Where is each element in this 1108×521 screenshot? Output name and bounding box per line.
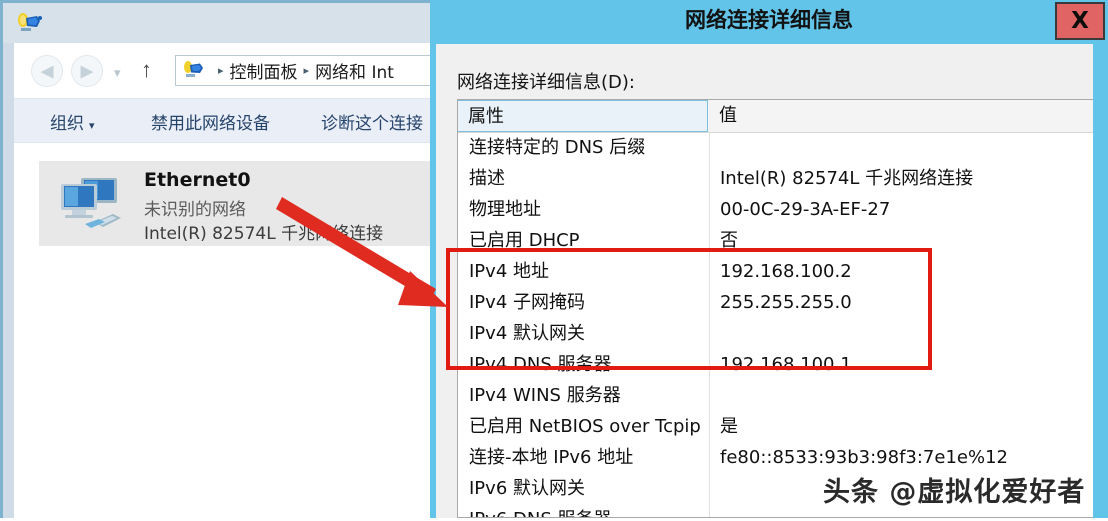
disable-network-device-button[interactable]: 禁用此网络设备: [151, 109, 270, 134]
breadcrumb-arrow-icon: ▸: [303, 65, 310, 77]
cell-property: 已启用 DHCP: [469, 230, 580, 251]
connections-list: Ethernet0 未识别的网络 Intel(R) 82574L 千兆网络连接: [14, 143, 439, 521]
network-adapter-icon: [55, 174, 131, 236]
explorer-toolbar: 组织 ▾ 禁用此网络设备 诊断这个连接: [14, 98, 439, 143]
cell-value: 255.255.255.0: [720, 292, 852, 313]
breadcrumb-item-control-panel[interactable]: 控制面板: [230, 58, 298, 83]
cell-property: IPv6 DNS 服务器: [469, 505, 719, 517]
table-rows: 连接特定的 DNS 后缀 描述 Intel(R) 82574L 千兆网络连接物理地址…: [458, 133, 1108, 517]
cell-value: [720, 319, 1108, 350]
explorer-body: ◀ ▶ ▾ ↑ ▸ 控制面板 ▸ 网络和 Int 组织 ▾ 禁用此网络设备 诊断…: [14, 43, 439, 521]
breadcrumb-arrow-icon: ▸: [218, 65, 224, 77]
control-panel-icon: [182, 60, 206, 81]
cell-property: IPv4 地址: [469, 261, 549, 282]
column-header-value[interactable]: 值: [709, 100, 1108, 132]
forward-arrow-icon: ▶: [80, 61, 94, 81]
cell-value: 00-0C-29-3A-EF-27: [720, 199, 891, 220]
breadcrumb-path: ▸ 控制面板 ▸ 网络和 Int: [212, 58, 394, 83]
dialog-right-edge: [1093, 44, 1108, 518]
cell-property: IPv6 默认网关: [469, 478, 585, 499]
cell-property: IPv4 默认网关: [469, 323, 585, 344]
cell-value: 否: [720, 230, 738, 251]
organize-button[interactable]: 组织 ▾: [50, 109, 95, 134]
breadcrumb[interactable]: ▸ 控制面板 ▸ 网络和 Int: [175, 55, 439, 86]
table-row[interactable]: 已启用 NetBIOS over Tcpip 是: [458, 412, 1108, 443]
back-button[interactable]: ◀: [31, 55, 63, 87]
table-row[interactable]: IPv4 地址 192.168.100.2: [458, 257, 1108, 288]
connection-name: Ethernet0: [144, 169, 251, 191]
cell-property: 描述: [469, 168, 505, 189]
watermark: 头条 @虚拟化爱好者: [823, 477, 1086, 508]
table-row[interactable]: 物理地址 00-0C-29-3A-EF-27: [458, 195, 1108, 226]
forward-button[interactable]: ▶: [71, 55, 103, 87]
cell-property: 已启用 NetBIOS over Tcpip: [469, 416, 701, 437]
cell-value: 是: [720, 416, 738, 437]
table-row[interactable]: IPv4 DNS 服务器 192.168.100.1: [458, 350, 1108, 381]
table-row[interactable]: IPv4 默认网关: [458, 319, 1108, 350]
cell-property: 物理地址: [469, 199, 541, 220]
back-arrow-icon: ◀: [40, 61, 54, 81]
table-row[interactable]: 连接特定的 DNS 后缀: [458, 133, 1108, 164]
cell-value: 192.168.100.1: [720, 354, 852, 375]
cell-value: [720, 381, 1108, 412]
recent-locations-icon[interactable]: ▾: [114, 65, 121, 81]
connection-adapter: Intel(R) 82574L 千兆网络连接: [144, 224, 384, 244]
cell-property: 连接特定的 DNS 后缀: [469, 137, 646, 158]
close-icon[interactable]: X: [1055, 2, 1105, 40]
table-header-row: 属性 值: [458, 100, 1108, 133]
diagnose-connection-button[interactable]: 诊断这个连接: [321, 109, 423, 134]
cell-property: IPv4 子网掩码: [469, 292, 585, 313]
dialog-section-label: 网络连接详细信息(D):: [457, 72, 635, 93]
organize-label: 组织: [50, 114, 84, 134]
dialog-title: 网络连接详细信息: [685, 8, 853, 32]
explorer-nav-bar: ◀ ▶ ▾ ↑ ▸ 控制面板 ▸ 网络和 Int: [14, 43, 439, 98]
table-row[interactable]: 描述 Intel(R) 82574L 千兆网络连接: [458, 164, 1108, 195]
network-connections-icon: [16, 12, 44, 36]
cell-property: IPv4 WINS 服务器: [469, 385, 621, 406]
list-item[interactable]: Ethernet0 未识别的网络 Intel(R) 82574L 千兆网络连接: [39, 161, 439, 246]
cell-value: Intel(R) 82574L 千兆网络连接: [720, 168, 974, 189]
dialog-body: 网络连接详细信息(D): 属性 值 连接特定的 DNS 后缀 描述 Intel(R)…: [436, 44, 1108, 518]
table-row[interactable]: IPv4 WINS 服务器: [458, 381, 1108, 412]
table-row[interactable]: 已启用 DHCP 否: [458, 226, 1108, 257]
network-connections-window: ◀ ▶ ▾ ↑ ▸ 控制面板 ▸ 网络和 Int 组织 ▾ 禁用此网络设备 诊断…: [0, 0, 439, 521]
up-arrow-icon[interactable]: ↑: [141, 56, 152, 84]
table-row[interactable]: IPv4 子网掩码 255.255.255.0: [458, 288, 1108, 319]
network-connection-details-dialog: 网络连接详细信息 X 网络连接详细信息(D): 属性 值 连接特定的 DNS 后…: [430, 0, 1108, 518]
breadcrumb-item-network-internet[interactable]: 网络和 Int: [315, 58, 394, 83]
details-table[interactable]: 属性 值 连接特定的 DNS 后缀 描述 Intel(R) 82574L 千兆网络连…: [457, 99, 1108, 518]
explorer-title-bar: [3, 3, 439, 43]
cell-value: 192.168.100.2: [720, 261, 852, 282]
cell-property: IPv4 DNS 服务器: [469, 354, 612, 375]
chevron-down-icon: ▾: [89, 119, 95, 132]
column-header-property[interactable]: 属性: [458, 100, 708, 132]
cell-property: 连接-本地 IPv6 地址: [469, 447, 634, 468]
cell-value: [720, 133, 1108, 164]
connection-status: 未识别的网络: [144, 200, 246, 220]
